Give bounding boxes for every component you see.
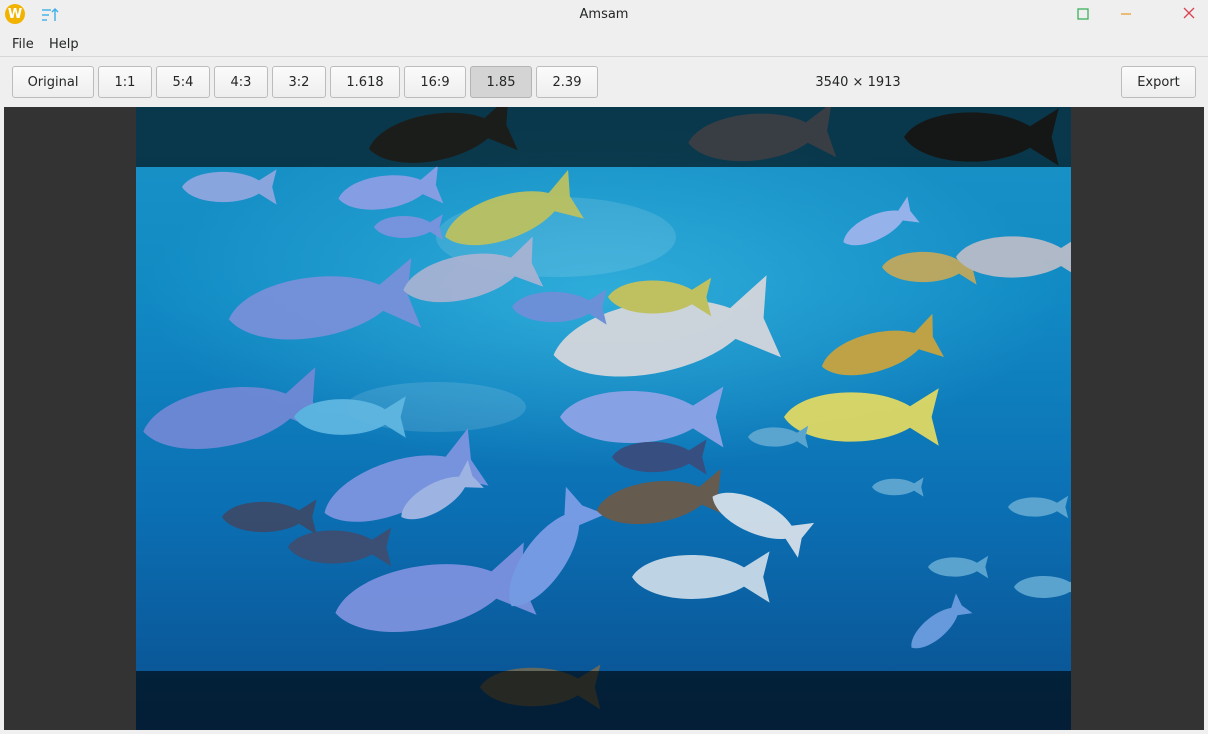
image-canvas xyxy=(4,107,1204,730)
ratio-button-3-2[interactable]: 3:2 xyxy=(272,66,326,98)
menu-bar: File Help xyxy=(0,31,1208,57)
ratio-button-2-39[interactable]: 2.39 xyxy=(536,66,598,98)
ratio-button-golden[interactable]: 1.618 xyxy=(330,66,400,98)
crop-mask-bottom xyxy=(136,671,1071,730)
export-button[interactable]: Export xyxy=(1121,66,1196,98)
title-bar: W Amsam xyxy=(0,0,1208,31)
ratio-button-1-85[interactable]: 1.85 xyxy=(470,66,532,98)
ratio-button-4-3[interactable]: 4:3 xyxy=(214,66,268,98)
image-dimensions: 3540 × 1913 xyxy=(815,75,901,90)
fish-group xyxy=(137,107,1071,710)
menu-help[interactable]: Help xyxy=(49,37,79,52)
photo-preview[interactable] xyxy=(136,107,1071,730)
menu-file[interactable]: File xyxy=(12,37,34,52)
minimize-icon[interactable] xyxy=(1115,4,1137,26)
toolbar: Original 1:1 5:4 4:3 3:2 1.618 16:9 1.85… xyxy=(0,57,1208,107)
maximize-icon[interactable] xyxy=(1072,4,1094,26)
close-icon[interactable] xyxy=(1178,4,1200,26)
ratio-button-16-9[interactable]: 16:9 xyxy=(404,66,466,98)
ratio-button-5-4[interactable]: 5:4 xyxy=(156,66,210,98)
window-title: Amsam xyxy=(579,7,629,22)
ratio-button-original[interactable]: Original xyxy=(12,66,94,98)
crop-mask-top xyxy=(136,107,1071,167)
ratio-button-1-1[interactable]: 1:1 xyxy=(98,66,152,98)
fish-school-illustration xyxy=(137,107,1071,710)
